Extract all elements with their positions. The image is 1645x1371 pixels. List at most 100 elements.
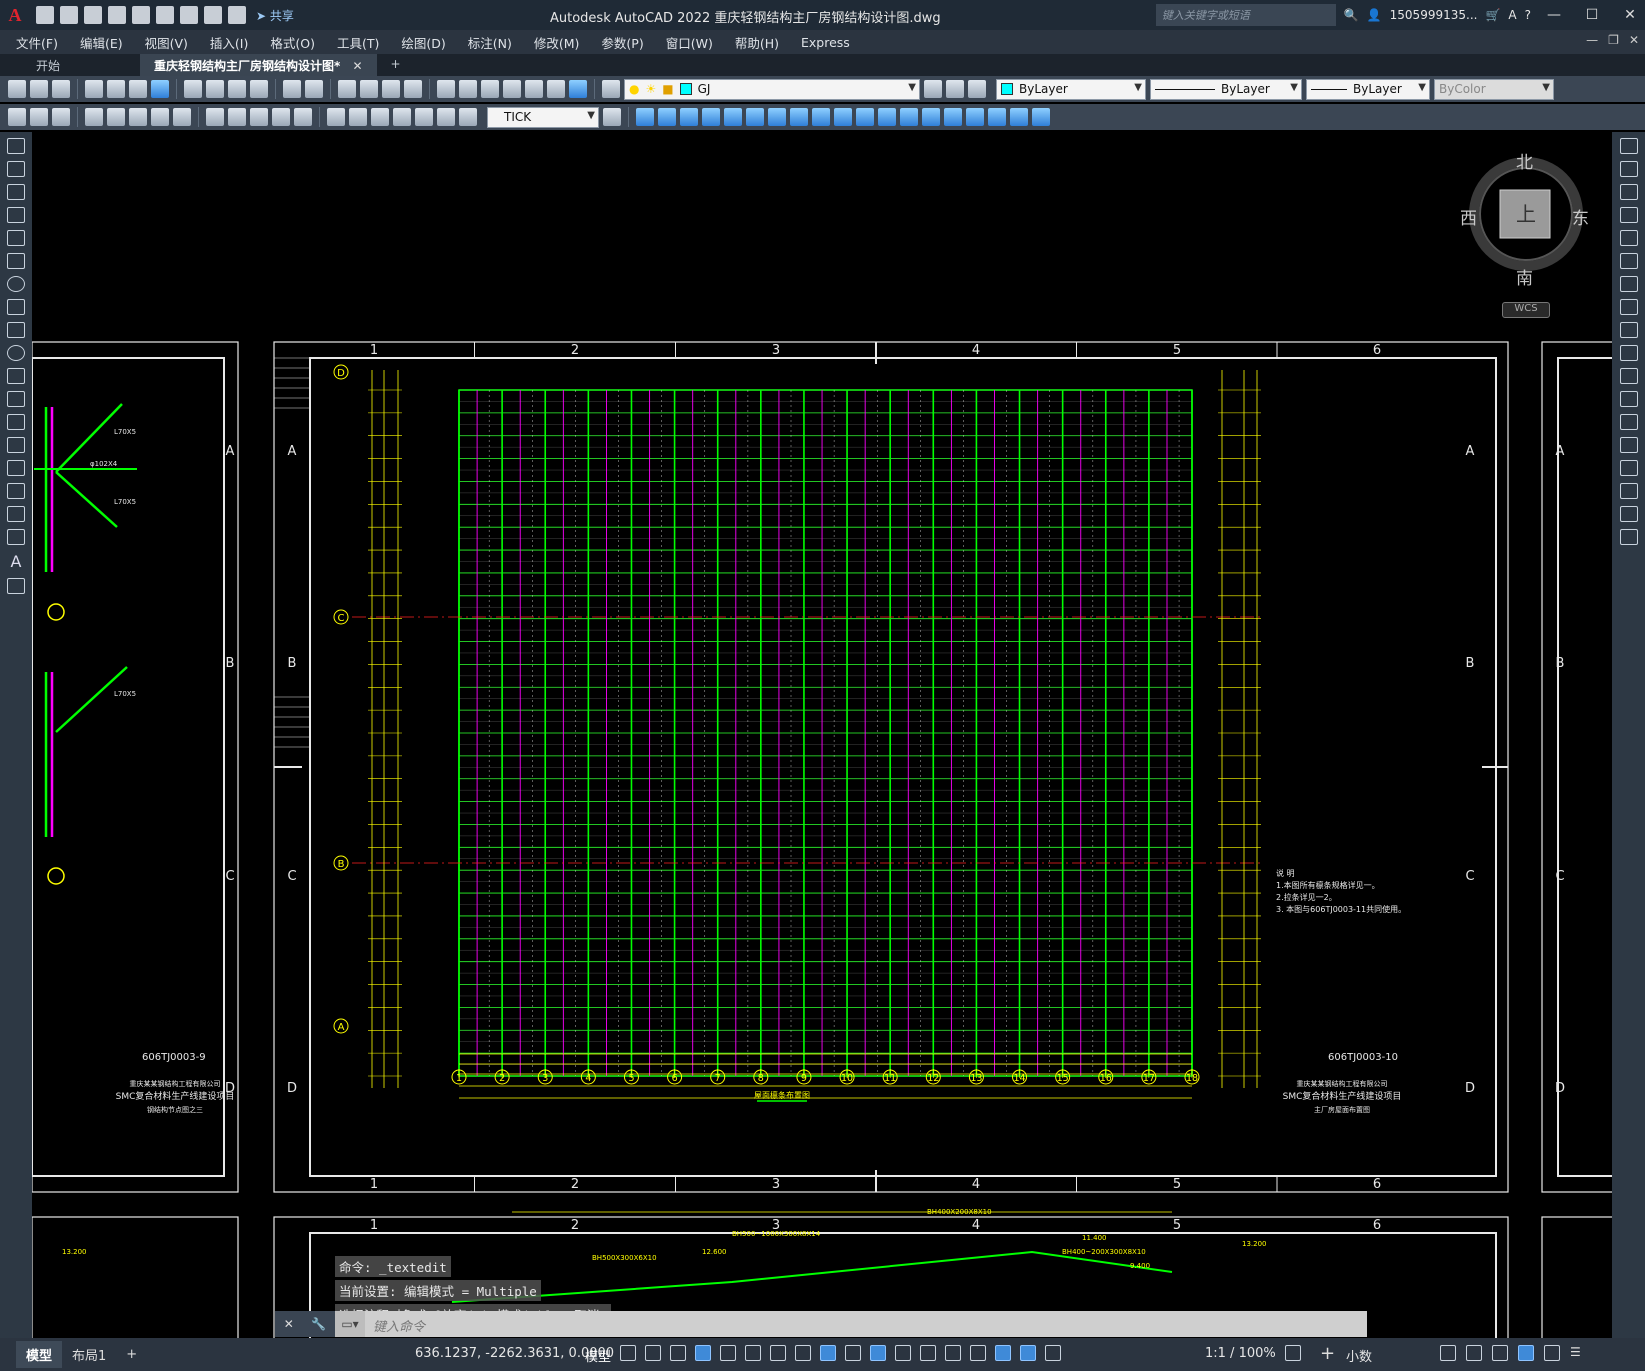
dim-break-icon[interactable] <box>294 108 312 126</box>
save-as-icon[interactable] <box>108 6 126 24</box>
menu-view[interactable]: 视图(V) <box>145 33 198 52</box>
region-icon[interactable] <box>7 506 25 522</box>
autodesk-app-icon[interactable]: A <box>1508 8 1516 22</box>
3d-osnap-icon[interactable] <box>920 1345 936 1361</box>
menu-dimension[interactable]: 标注(N) <box>468 33 522 52</box>
lineweight-dropdown[interactable]: ByLayer ▼ <box>1306 78 1430 100</box>
layer-properties-icon[interactable] <box>602 80 620 98</box>
spline-icon[interactable] <box>7 322 25 338</box>
viewcube-face-top[interactable]: 上 <box>1516 198 1536 227</box>
compass-west[interactable]: 西 <box>1460 204 1477 229</box>
customize-icon[interactable]: 🔧 <box>311 1317 326 1331</box>
calculator-icon[interactable] <box>547 80 565 98</box>
scale-icon[interactable] <box>768 108 786 126</box>
draw-order-icon[interactable] <box>1032 108 1050 126</box>
chamfer-icon[interactable] <box>1619 460 1638 476</box>
ellipse-arc-icon[interactable] <box>7 368 25 384</box>
arc-icon[interactable] <box>7 253 25 269</box>
menu-format[interactable]: 格式(O) <box>270 33 325 52</box>
object-snap-icon[interactable] <box>820 1345 836 1361</box>
layer-dropdown[interactable]: ● ☀ ■ GJ ▼ <box>624 78 920 100</box>
rotate-icon[interactable] <box>1619 276 1638 292</box>
tab-model[interactable]: 模型 <box>16 1341 63 1368</box>
workspace-gear-icon[interactable] <box>1285 1345 1301 1361</box>
doc-restore-button[interactable]: ❐ <box>1608 33 1619 47</box>
dim-space-icon[interactable] <box>272 108 290 126</box>
menu-help[interactable]: 帮助(H) <box>735 33 789 52</box>
design-center-icon[interactable] <box>459 80 477 98</box>
compass-east[interactable]: 东 <box>1572 204 1589 229</box>
command-prompt-icon[interactable]: ▭▾ <box>335 1317 365 1331</box>
dim-radius-icon[interactable] <box>107 108 125 126</box>
offset-icon[interactable] <box>1619 207 1638 223</box>
quick-dim-icon[interactable] <box>206 108 224 126</box>
break-icon[interactable] <box>856 108 874 126</box>
markup-icon[interactable] <box>525 80 543 98</box>
gradient-icon[interactable] <box>7 483 25 499</box>
point-icon[interactable] <box>7 437 25 453</box>
plot-icon[interactable] <box>85 80 103 98</box>
copy-object-icon[interactable] <box>636 108 654 126</box>
lineweight-icon[interactable] <box>845 1345 861 1361</box>
copy-icon[interactable] <box>1619 161 1638 177</box>
open-icon[interactable] <box>30 80 48 98</box>
polyline-icon[interactable] <box>7 184 25 200</box>
new-icon[interactable] <box>36 6 54 24</box>
help-icon[interactable]: ? <box>1525 8 1531 22</box>
add-selected-icon[interactable] <box>7 578 25 594</box>
group-icon[interactable] <box>988 108 1006 126</box>
zoom-window-icon[interactable] <box>382 80 400 98</box>
dim-text-edit-icon[interactable] <box>437 108 455 126</box>
plot-preview-icon[interactable] <box>107 80 125 98</box>
open-icon[interactable] <box>60 6 78 24</box>
doc-close-button[interactable]: ✕ <box>1629 33 1639 47</box>
ellipse-icon[interactable] <box>7 345 25 361</box>
move-icon[interactable] <box>1619 253 1638 269</box>
search-icon[interactable]: 🔍 <box>1344 8 1359 22</box>
array-icon[interactable] <box>702 108 720 126</box>
undo-icon[interactable] <box>204 6 222 24</box>
make-block-icon[interactable] <box>7 414 25 430</box>
grid-icon[interactable] <box>620 1345 636 1361</box>
properties-icon[interactable] <box>437 80 455 98</box>
minimize-button[interactable]: — <box>1539 7 1569 23</box>
new-icon[interactable] <box>8 80 26 98</box>
tab-drawing[interactable]: 重庆轻钢结构主厂房钢结构设计图* ✕ <box>140 54 377 76</box>
redo-icon[interactable] <box>305 80 323 98</box>
rectangle-icon[interactable] <box>7 230 25 246</box>
undo-icon[interactable] <box>283 80 301 98</box>
plus-icon[interactable]: + <box>1320 1343 1335 1364</box>
compass-south[interactable]: 南 <box>1516 264 1533 289</box>
erase-icon[interactable] <box>1619 138 1638 154</box>
offset-icon[interactable] <box>680 108 698 126</box>
jogged-linear-icon[interactable] <box>393 108 411 126</box>
plot-icon[interactable] <box>180 6 198 24</box>
close-button[interactable]: ✕ <box>1615 7 1645 23</box>
dim-continue-icon[interactable] <box>250 108 268 126</box>
copy-icon[interactable] <box>206 80 224 98</box>
new-tab-button[interactable]: + <box>377 54 415 76</box>
auto-scale-icon[interactable] <box>1045 1345 1061 1361</box>
menu-tools[interactable]: 工具(T) <box>337 33 389 52</box>
share-button[interactable]: ➤ 共享 <box>256 7 294 24</box>
scale-icon[interactable] <box>1619 299 1638 315</box>
table-icon[interactable] <box>7 529 25 545</box>
web-save-icon[interactable] <box>156 6 174 24</box>
dim-angular-icon[interactable] <box>173 108 191 126</box>
linetype-dropdown[interactable]: ByLayer ▼ <box>1150 78 1302 100</box>
menu-window[interactable]: 窗口(W) <box>666 33 723 52</box>
polygon-icon[interactable] <box>7 207 25 223</box>
insert-block-icon[interactable] <box>7 391 25 407</box>
stretch-icon[interactable] <box>1619 322 1638 338</box>
model-space-button[interactable]: 模型 <box>585 1346 611 1365</box>
dynamic-ucs-icon[interactable] <box>945 1345 961 1361</box>
redo-icon[interactable] <box>228 6 246 24</box>
multiline-text-icon[interactable]: A <box>11 552 22 571</box>
chamfer-icon[interactable] <box>900 108 918 126</box>
tab-layout1[interactable]: 布局1 <box>62 1341 116 1368</box>
cart-icon[interactable]: 🛒 <box>1485 8 1500 22</box>
dim-baseline-icon[interactable] <box>228 108 246 126</box>
menu-draw[interactable]: 绘图(D) <box>401 33 455 52</box>
lock-ui-icon[interactable] <box>1466 1345 1482 1361</box>
sheet-set-icon[interactable] <box>503 80 521 98</box>
